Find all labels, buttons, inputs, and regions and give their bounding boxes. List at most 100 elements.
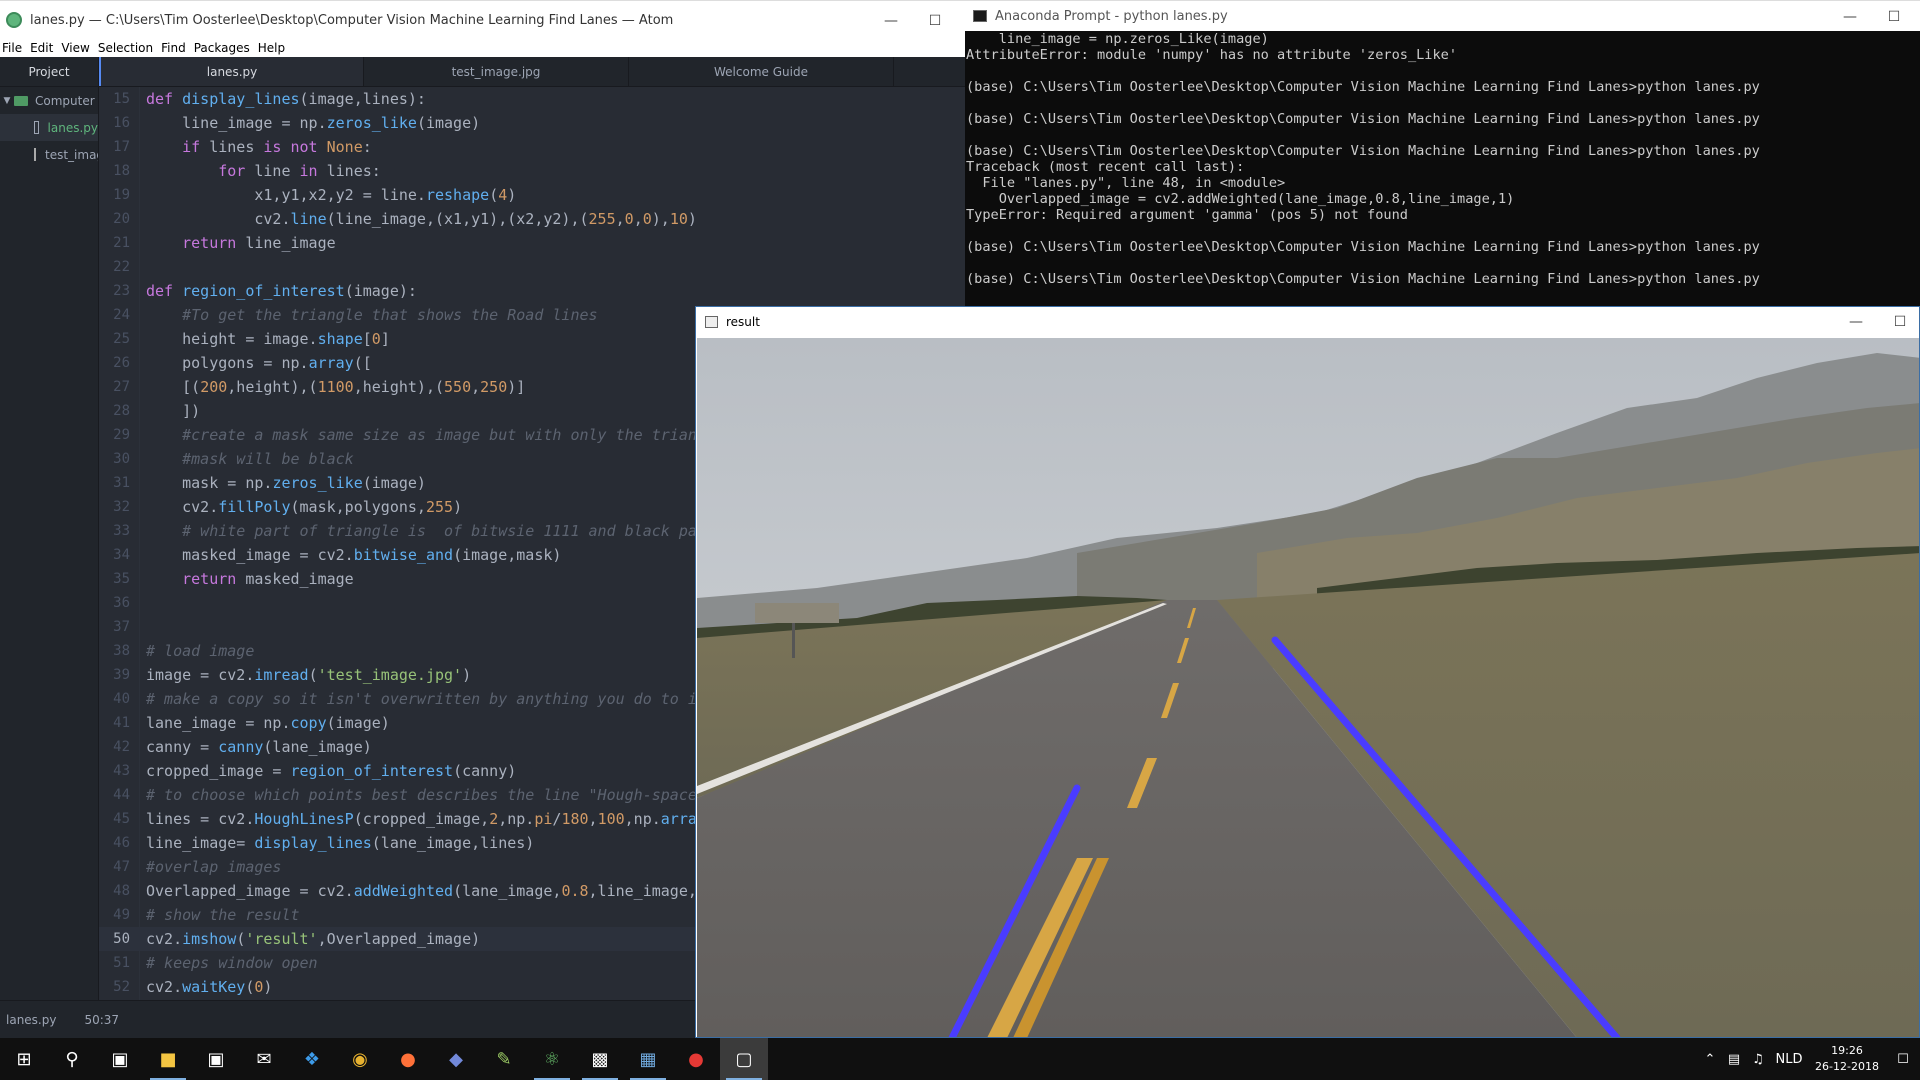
- terminal-line: File "lanes.py", line 48, in <module>: [966, 175, 1286, 191]
- code-line[interactable]: 21 return line_image: [99, 231, 965, 255]
- minimize-icon[interactable]: —: [868, 1, 914, 40]
- line-number: 51: [113, 955, 130, 971]
- tree-folder-computer[interactable]: ▼ Computer: [0, 87, 98, 114]
- status-file[interactable]: lanes.py: [6, 1013, 56, 1027]
- line-number: 48: [113, 883, 130, 899]
- code-text: # white part of triangle is of bitwsie 1…: [182, 522, 715, 540]
- network-icon[interactable]: ▤: [1722, 1052, 1746, 1067]
- code-text: if lines is not None:: [182, 138, 372, 156]
- code-line[interactable]: 17 if lines is not None:: [99, 135, 965, 159]
- menu-help[interactable]: Help: [257, 41, 292, 55]
- code-text: # show the result: [146, 906, 300, 924]
- code-text: for line in lines:: [218, 162, 381, 180]
- search-icon[interactable]: ⚲: [48, 1038, 96, 1080]
- document-icon[interactable]: ▢: [720, 1038, 768, 1080]
- status-cursor-position[interactable]: 50:37: [84, 1013, 119, 1027]
- store-icon[interactable]: ▣: [192, 1038, 240, 1080]
- tree-file-lanes[interactable]: lanes.py: [0, 114, 98, 141]
- task-view-icon[interactable]: ▣: [96, 1038, 144, 1080]
- vscode-icon[interactable]: ❖: [288, 1038, 336, 1080]
- atom-titlebar[interactable]: lanes.py — C:\Users\Tim Oosterlee\Deskto…: [0, 0, 965, 39]
- code-line[interactable]: 19 x1,y1,x2,y2 = line.reshape(4): [99, 183, 965, 207]
- menu-view[interactable]: View: [60, 41, 96, 55]
- code-text: lane_image = np.copy(image): [146, 714, 390, 732]
- code-line[interactable]: 15 def display_lines(image,lines):: [99, 87, 965, 111]
- minimize-icon[interactable]: —: [1827, 1, 1873, 32]
- code-line[interactable]: 18 for line in lines:: [99, 159, 965, 183]
- terminal-line: TypeError: Required argument 'gamma' (po…: [966, 207, 1408, 223]
- code-text: # to choose which points best describes …: [146, 786, 706, 804]
- menu-edit[interactable]: Edit: [29, 41, 60, 55]
- firefox-icon[interactable]: ●: [384, 1038, 432, 1080]
- line-number: 18: [113, 163, 130, 179]
- code-text: #overlap images: [146, 858, 282, 876]
- chrome-icon[interactable]: ◉: [336, 1038, 384, 1080]
- notepadpp-icon[interactable]: ✎: [480, 1038, 528, 1080]
- line-number: 26: [113, 355, 130, 371]
- project-tree-header[interactable]: Project: [0, 57, 98, 87]
- line-number: 22: [113, 259, 130, 275]
- code-text: ]): [146, 402, 201, 420]
- atom-icon[interactable]: ⚛: [528, 1038, 576, 1080]
- notification-icon[interactable]: ☐: [1886, 1052, 1920, 1067]
- code-text: #To get the triangle that shows the Road…: [182, 306, 598, 324]
- windows-start-icon[interactable]: ⊞: [0, 1038, 48, 1080]
- code-line[interactable]: 20 cv2.line(line_image,(x1,y1),(x2,y2),(…: [99, 207, 965, 231]
- maximize-icon[interactable]: ☐: [1877, 307, 1920, 337]
- menu-selection[interactable]: Selection: [97, 41, 160, 55]
- mail-icon[interactable]: ✉: [240, 1038, 288, 1080]
- code-text: polygons = np.array([: [146, 354, 372, 372]
- menu-find[interactable]: Find: [160, 41, 193, 55]
- language-indicator[interactable]: NLD: [1770, 1052, 1808, 1067]
- tab-welcome-guide[interactable]: Welcome Guide: [629, 57, 894, 86]
- tab-lanes[interactable]: lanes.py: [99, 57, 364, 86]
- terminal-icon: [973, 10, 987, 22]
- line-number: 29: [113, 427, 130, 443]
- terminal-line: (base) C:\Users\Tim Oosterlee\Desktop\Co…: [966, 111, 1760, 127]
- code-text: Overlapped_image = cv2.addWeighted(lane_…: [146, 882, 715, 900]
- chevron-up-icon[interactable]: ⌃: [1698, 1052, 1722, 1067]
- line-number: 19: [113, 187, 130, 203]
- obs-icon[interactable]: ●: [672, 1038, 720, 1080]
- terminal-line: (base) C:\Users\Tim Oosterlee\Desktop\Co…: [966, 239, 1760, 255]
- line-number: 34: [113, 547, 130, 563]
- code-line[interactable]: 22: [99, 255, 965, 279]
- clock[interactable]: 19:26 26-12-2018: [1808, 1043, 1886, 1075]
- prompt-titlebar[interactable]: Anaconda Prompt - python lanes.py — ☐: [965, 0, 1920, 31]
- line-number: 33: [113, 523, 130, 539]
- volume-icon[interactable]: ♫: [1746, 1052, 1770, 1067]
- clock-time: 19:26: [1831, 1044, 1863, 1057]
- line-number: 43: [113, 763, 130, 779]
- file-explorer-icon[interactable]: ■: [144, 1038, 192, 1080]
- tree-folder-label: Computer: [35, 93, 95, 108]
- maximize-icon[interactable]: ☐: [1871, 1, 1917, 32]
- maximize-icon[interactable]: ☐: [912, 1, 958, 40]
- line-number: 31: [113, 475, 130, 491]
- image-viewer-icon[interactable]: ▦: [624, 1038, 672, 1080]
- line-number: 37: [113, 619, 130, 635]
- code-line[interactable]: 23 def region_of_interest(image):: [99, 279, 965, 303]
- code-text: #mask will be black: [182, 450, 354, 468]
- minimize-icon[interactable]: —: [1833, 307, 1879, 337]
- code-text: cv2.fillPoly(mask,polygons,255): [146, 498, 463, 516]
- code-line[interactable]: 16 line_image = np.zeros_like(image): [99, 111, 965, 135]
- file-icon: [34, 121, 39, 134]
- tree-file-test-image[interactable]: test_image.jpg: [0, 141, 98, 168]
- tab-test-image[interactable]: test_image.jpg: [364, 57, 629, 86]
- terminal-icon[interactable]: ▩: [576, 1038, 624, 1080]
- discord-icon[interactable]: ◆: [432, 1038, 480, 1080]
- chevron-down-icon: ▼: [3, 95, 11, 106]
- terminal-output[interactable]: line_image = np.zeros_Like(image) Attribu…: [965, 31, 1920, 310]
- result-window-title: result: [726, 315, 760, 329]
- menu-packages[interactable]: Packages: [193, 41, 257, 55]
- line-number: 16: [113, 115, 130, 131]
- result-image: [697, 338, 1919, 1037]
- menu-bar: File Edit View Selection Find Packages Help: [0, 39, 965, 57]
- result-titlebar[interactable]: result — ☐: [696, 307, 1919, 337]
- code-text: # keeps window open: [146, 954, 318, 972]
- code-text: #create a mask same size as image but wi…: [182, 426, 724, 444]
- menu-file[interactable]: File: [0, 41, 29, 55]
- line-number: 28: [113, 403, 130, 419]
